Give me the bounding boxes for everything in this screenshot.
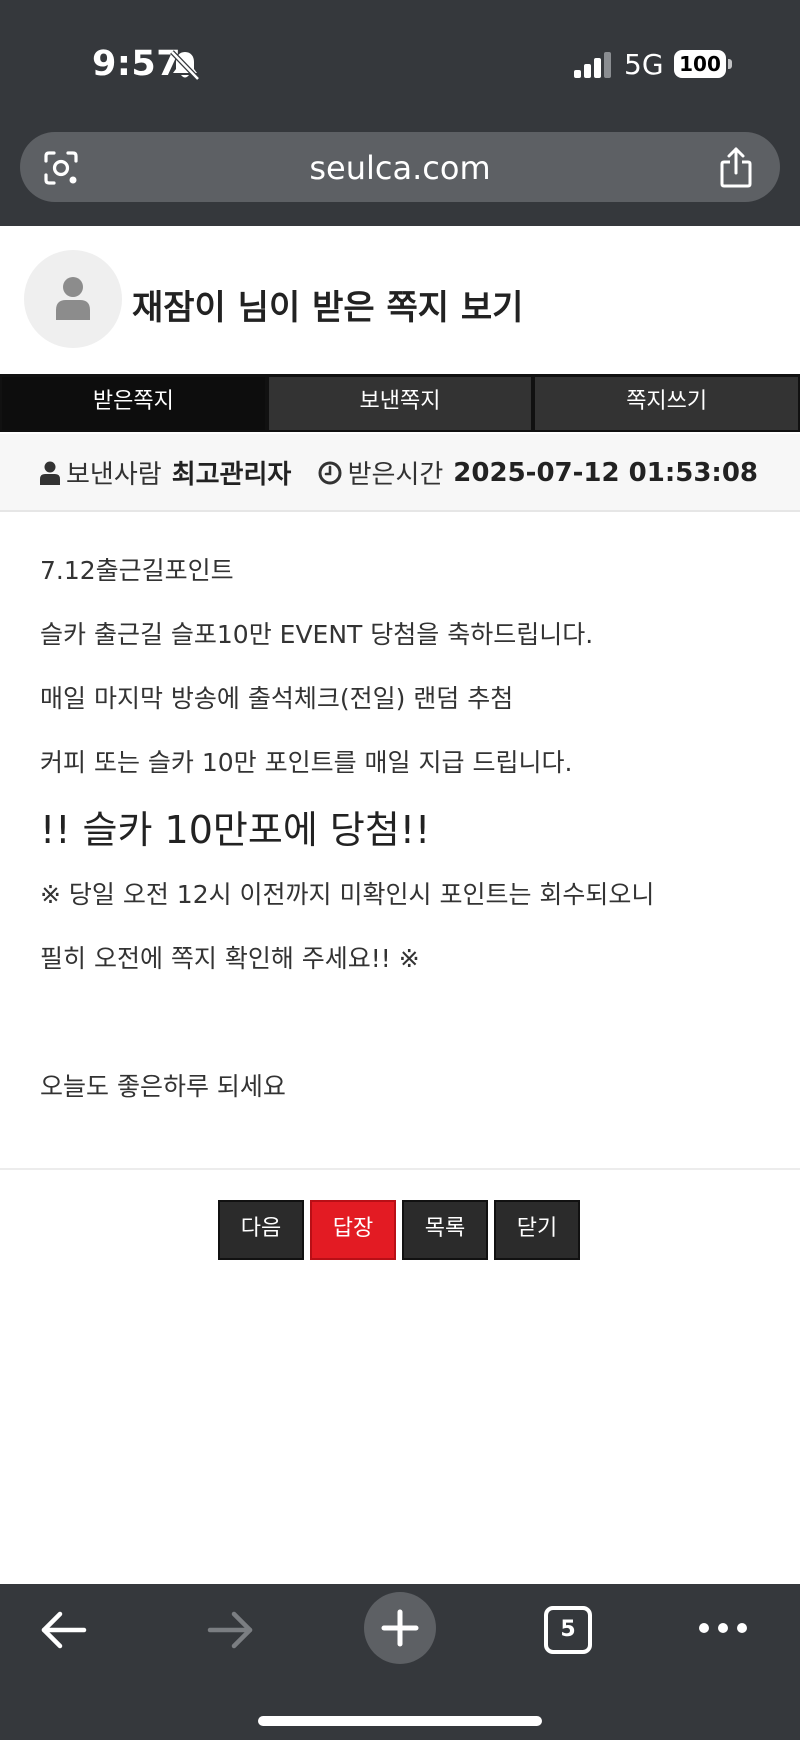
clock-icon	[318, 461, 342, 484]
bell-off-icon	[170, 50, 200, 81]
sender-info: 보낸사람 최고관리자	[40, 454, 291, 491]
user-icon	[40, 461, 60, 485]
message-line: ※ 당일 오전 12시 이전까지 미확인시 포인트는 회수되오니	[40, 880, 655, 909]
new-tab-button[interactable]	[364, 1592, 436, 1664]
browser-bottom-toolbar: 5	[0, 1584, 800, 1740]
message-blank-line	[40, 1000, 760, 1064]
message-line: 슬카 출근길 슬포10만 EVENT 당첨을 축하드립니다.	[40, 620, 594, 649]
message-tabs: 받은쪽지 보낸쪽지 쪽지쓰기	[0, 374, 800, 432]
url-bar[interactable]: seulca.com	[20, 132, 780, 202]
message-body: 7.12출근길포인트 슬카 출근길 슬포10만 EVENT 당첨을 축하드립니다…	[40, 548, 760, 1128]
page-header: 재잠이 님이 받은 쪽지 보기	[0, 230, 800, 376]
network-label: 5G	[624, 48, 664, 81]
divider	[0, 1168, 800, 1170]
time-value: 2025-07-12 01:53:08	[453, 457, 758, 488]
next-button[interactable]: 다음	[218, 1200, 304, 1260]
message-line: 커피 또는 슬카 10만 포인트를 매일 지급 드립니다.	[40, 748, 573, 777]
list-button[interactable]: 목록	[402, 1200, 488, 1260]
battery-indicator: 100	[674, 50, 726, 78]
time-label: 받은시간	[347, 460, 444, 490]
battery-tip	[728, 59, 732, 69]
more-icon[interactable]	[698, 1620, 748, 1636]
message-actions: 다음 답장 목록 닫기	[218, 1200, 580, 1260]
reply-button[interactable]: 답장	[310, 1200, 396, 1260]
share-icon[interactable]	[718, 146, 754, 188]
sender-value: 최고관리자	[171, 460, 292, 490]
close-button[interactable]: 닫기	[494, 1200, 580, 1260]
message-meta: 보낸사람 최고관리자 받은시간 2025-07-12 01:53:08	[0, 434, 800, 512]
url-text[interactable]: seulca.com	[20, 149, 780, 187]
forward-arrow-icon[interactable]	[206, 1608, 256, 1652]
user-icon	[56, 277, 90, 320]
tab-compose[interactable]: 쪽지쓰기	[533, 374, 800, 432]
browser-top-chrome: 9:57 5G 100 seulca.com	[0, 0, 800, 226]
plus-icon	[381, 1609, 419, 1647]
avatar	[24, 250, 122, 348]
message-line: 매일 마지막 방송에 출석체크(전일) 랜덤 추첨	[40, 684, 514, 713]
message-line: 필히 오전에 쪽지 확인해 주세요!! ※	[40, 944, 420, 973]
tab-received[interactable]: 받은쪽지	[0, 374, 267, 432]
message-line: 7.12출근길포인트	[40, 556, 234, 585]
tab-sent[interactable]: 보낸쪽지	[266, 374, 534, 432]
status-bar: 9:57 5G 100	[0, 0, 800, 120]
message-line: 오늘도 좋은하루 되세요	[40, 1072, 286, 1101]
tab-switcher-button[interactable]: 5	[544, 1606, 592, 1654]
received-time-info: 받은시간 2025-07-12 01:53:08	[318, 454, 758, 491]
signal-icon	[574, 52, 611, 78]
message-headline: !! 슬카 10만포에 당첨!!	[40, 808, 431, 852]
page-title: 재잠이 님이 받은 쪽지 보기	[132, 288, 524, 328]
sender-label: 보낸사람	[66, 460, 162, 490]
back-arrow-icon[interactable]	[38, 1608, 88, 1652]
home-indicator[interactable]	[258, 1716, 542, 1726]
